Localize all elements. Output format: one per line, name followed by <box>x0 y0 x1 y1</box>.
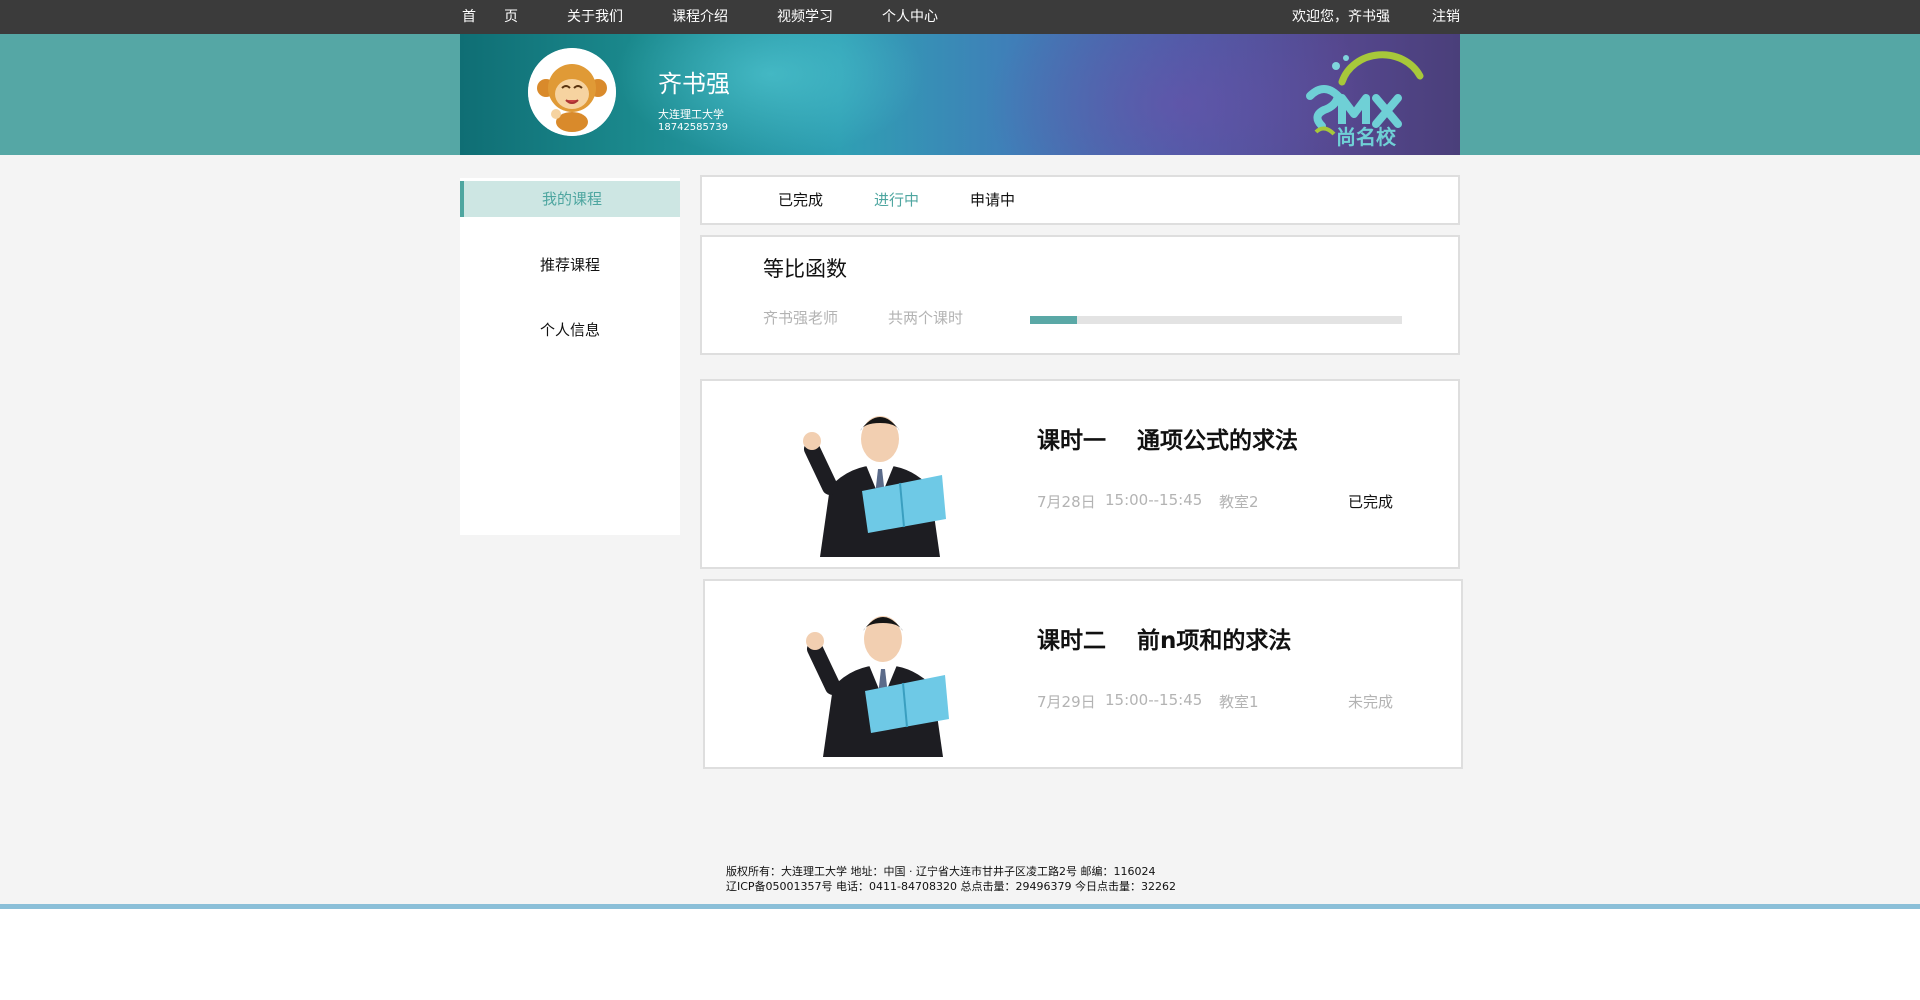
teacher-photo <box>800 401 960 557</box>
course-lesson-count: 共两个课时 <box>888 309 964 327</box>
lesson-title: 课时二 前n项和的求法 <box>1037 628 1292 654</box>
course-teacher: 齐书强老师 <box>763 309 839 327</box>
lesson-date: 7月29日 <box>1037 693 1096 711</box>
course-progress-fill <box>1030 316 1077 324</box>
nav-courses[interactable]: 课程介绍 <box>672 0 728 34</box>
footer-divider <box>0 904 1920 909</box>
sidebar-item-recommended[interactable]: 推荐课程 <box>460 247 680 283</box>
monkey-avatar-icon <box>528 48 616 136</box>
smx-logo: 尚名校 <box>1302 40 1432 150</box>
course-progress-bar <box>1030 316 1402 324</box>
logo-text: 尚名校 <box>1336 125 1397 149</box>
nav-personal-center[interactable]: 个人中心 <box>882 0 938 34</box>
top-nav-bar: 首 页 关于我们 课程介绍 视频学习 个人中心 欢迎您，齐书强 注销 <box>0 0 1920 34</box>
profile-phone: 18742585739 <box>658 122 728 133</box>
lesson-status: 未完成 <box>1348 693 1394 711</box>
tab-completed[interactable]: 已完成 <box>778 177 823 223</box>
logo-icon: 尚名校 <box>1306 51 1424 149</box>
course-status-tabs: 已完成 进行中 申请中 <box>700 175 1460 225</box>
teacher-image-icon <box>806 616 949 757</box>
profile-school: 大连理工大学 <box>658 108 724 121</box>
logout-link[interactable]: 注销 <box>1432 0 1460 34</box>
lesson-date: 7月28日 <box>1037 493 1096 511</box>
footer: 版权所有：大连理工大学 地址：中国 · 辽宁省大连市甘井子区凌工路2号 邮编：1… <box>726 864 1176 894</box>
nav-video[interactable]: 视频学习 <box>777 0 833 34</box>
nav-about[interactable]: 关于我们 <box>567 0 623 34</box>
footer-copyright: 版权所有：大连理工大学 地址：中国 · 辽宁省大连市甘井子区凌工路2号 邮编：1… <box>726 865 1156 878</box>
lesson-title: 课时一 通项公式的求法 <box>1037 428 1299 454</box>
tab-in-progress[interactable]: 进行中 <box>874 177 919 223</box>
welcome-text: 欢迎您，齐书强 <box>1292 9 1390 25</box>
lesson-room: 教室2 <box>1219 493 1259 511</box>
course-summary-card[interactable]: 等比函数 齐书强老师 共两个课时 <box>700 235 1460 355</box>
lesson-time: 15:00--15:45 <box>1105 491 1203 509</box>
footer-icp: 辽ICP备05001357号 电话：0411-84708320 总点击量：294… <box>726 880 1176 893</box>
tab-applying[interactable]: 申请中 <box>970 177 1015 223</box>
profile-name: 齐书强 <box>658 70 730 98</box>
nav-home[interactable]: 首 页 <box>462 0 518 34</box>
lesson-card[interactable]: 课时一 通项公式的求法 7月28日 15:00--15:45 教室2 已完成 <box>700 379 1460 569</box>
sidebar: 我的课程 推荐课程 个人信息 <box>460 178 680 535</box>
teacher-image-icon <box>803 416 946 557</box>
lesson-card[interactable]: 课时二 前n项和的求法 7月29日 15:00--15:45 教室1 未完成 <box>703 579 1463 769</box>
teacher-photo <box>803 601 963 757</box>
lesson-time: 15:00--15:45 <box>1105 691 1203 709</box>
sidebar-item-profile-info[interactable]: 个人信息 <box>460 312 680 348</box>
lesson-room: 教室1 <box>1219 693 1259 711</box>
profile-banner: 齐书强 大连理工大学 18742585739 尚名校 <box>460 34 1460 155</box>
course-title: 等比函数 <box>763 257 847 281</box>
lesson-status: 已完成 <box>1348 493 1394 511</box>
avatar[interactable] <box>528 48 616 136</box>
sidebar-item-my-courses[interactable]: 我的课程 <box>460 181 680 217</box>
